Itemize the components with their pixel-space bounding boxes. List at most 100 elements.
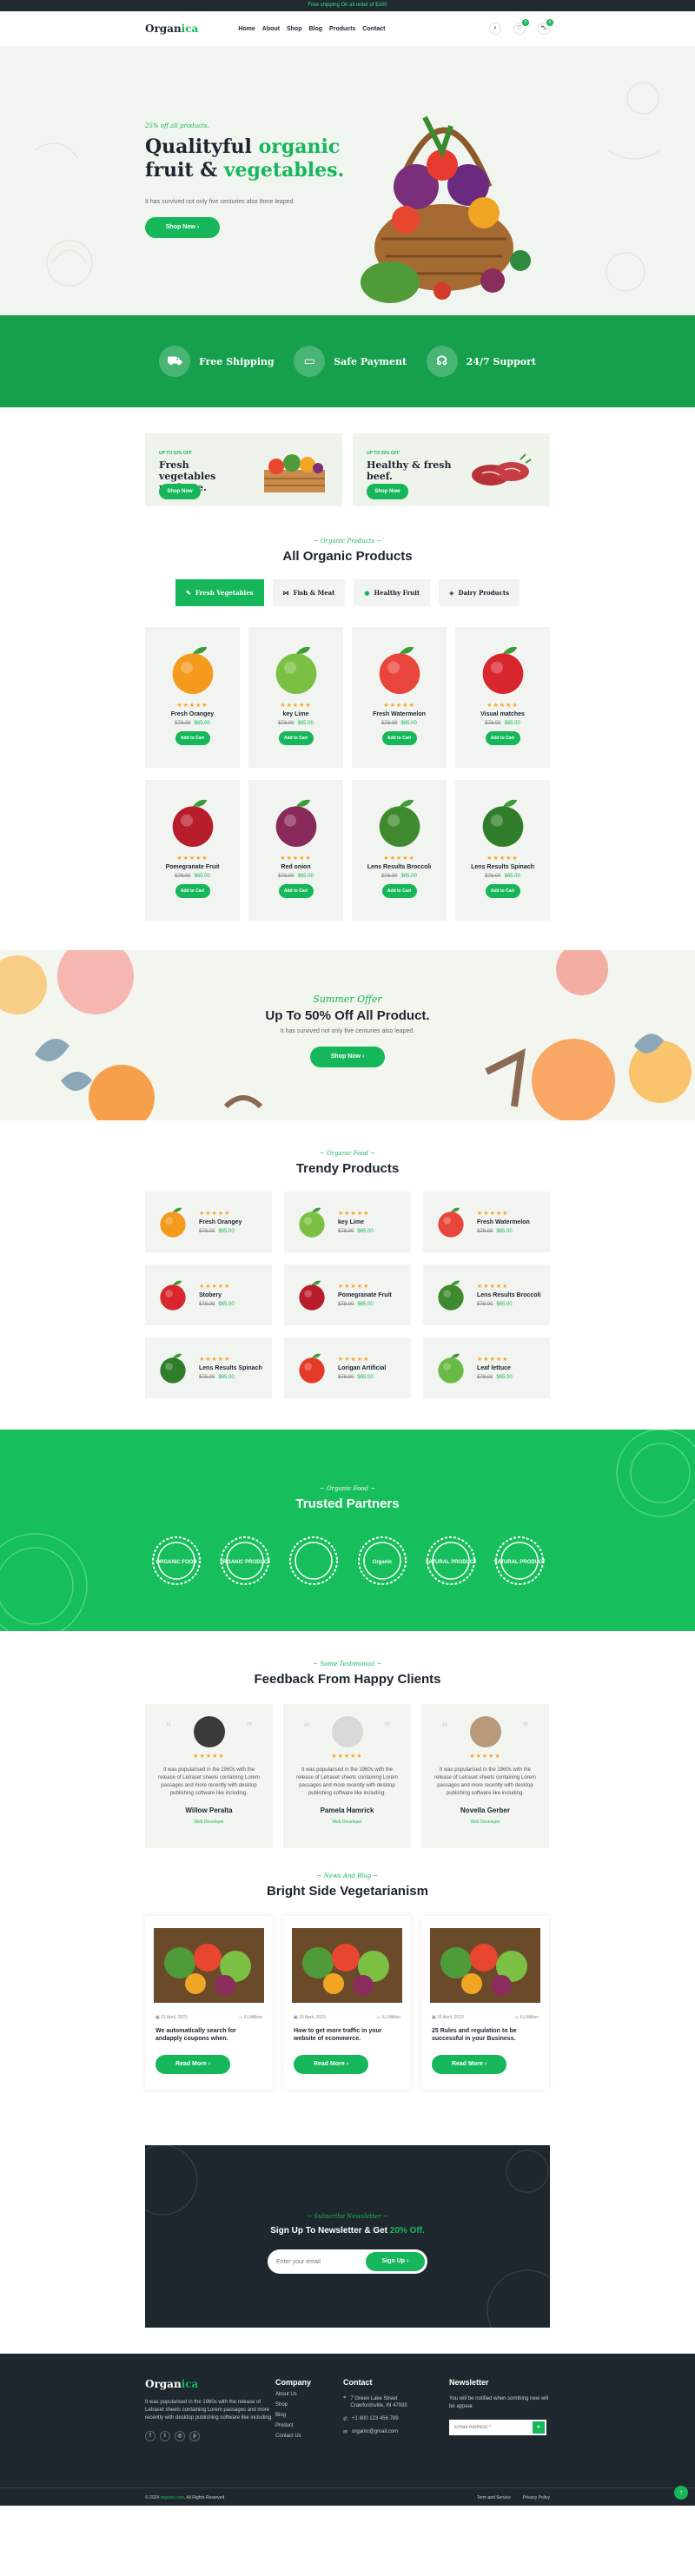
testimonial-list: “ ” ★★★★★ It was popularised in the 1960s w…: [145, 1704, 550, 1848]
product-image: [172, 646, 213, 694]
trendy-product-card[interactable]: ★★★★★ Leaf lettuce $78.00 $65.00: [423, 1338, 550, 1398]
blog-card[interactable]: ▣ 15 April, 2023 ☺ ILLMillion 25 Rules and…: [421, 1916, 549, 2090]
footer-email[interactable]: organic@gmail.com: [352, 2429, 398, 2434]
post-title[interactable]: How to get more traffic in your website …: [283, 2027, 411, 2043]
rating-stars: ★★★★★: [199, 1357, 231, 1363]
scroll-to-top-button[interactable]: ↑: [674, 2486, 688, 2500]
pinterest-icon[interactable]: p: [189, 2431, 200, 2441]
read-more-button[interactable]: Read More ›: [294, 2055, 368, 2074]
trendy-product-card[interactable]: ★★★★★ Lens Results Broccoli $78.00 $65.00: [423, 1265, 550, 1325]
section-subtitle: ~ Organic Food ~: [319, 1485, 376, 1492]
trendy-product-card[interactable]: ★★★★★ Fresh Orangey $78.00 $65.00: [145, 1192, 272, 1252]
product-card[interactable]: ★★★★★ Lens Results Broccoli $78.00 $65.00 Ad…: [352, 780, 447, 921]
quote-icon: ”: [385, 1720, 390, 1737]
nav-item-about[interactable]: About: [262, 26, 280, 32]
blog-card[interactable]: ▣ 15 April, 2023 ☺ ILLMillion We automatic…: [145, 1916, 273, 2090]
tab-dairy-products[interactable]: ◈ Dairy Products: [439, 579, 520, 606]
testimonial-text: It was popularised in the 1960s with the…: [434, 1767, 536, 1796]
read-more-button[interactable]: Read More ›: [432, 2055, 506, 2074]
product-image: [160, 1280, 186, 1311]
add-to-cart-button[interactable]: Add to Cart: [381, 731, 417, 745]
promo-shop-button[interactable]: Shop Now: [367, 484, 408, 499]
post-title[interactable]: 25 Rules and regulation to be successful…: [421, 2027, 549, 2043]
trendy-product-card[interactable]: ★★★★★ key Lime $78.00 $65.00: [284, 1192, 411, 1252]
product-card[interactable]: ★★★★★ Fresh Orangey $78.00 $65.00 Add to Car…: [145, 627, 240, 768]
feature-support: ☊ 24/7 Support: [426, 346, 536, 377]
add-to-cart-button[interactable]: Add to Cart: [175, 731, 210, 745]
avatar: [193, 1716, 225, 1747]
footer-link-about[interactable]: About Us: [275, 2392, 343, 2397]
footer-link-product[interactable]: Product: [275, 2423, 343, 2428]
product-image: [438, 1207, 464, 1238]
tab-fish-meat[interactable]: ⋈ Fish & Meat: [272, 579, 346, 606]
rating-stars: ★★★★★: [383, 855, 415, 862]
newsletter-email-input[interactable]: [276, 2258, 366, 2265]
tab-fresh-vegetables[interactable]: ✎ Fresh Vegetables: [175, 579, 264, 606]
trendy-product-card[interactable]: ★★★★★ Lens Results Spinach $78.00 $65.00: [145, 1338, 272, 1398]
logo[interactable]: Organica: [145, 23, 198, 35]
cart-icon[interactable]: ⛍ 0: [538, 19, 553, 35]
promo-shop-button[interactable]: Shop Now: [159, 484, 201, 499]
trendy-product-card[interactable]: ★★★★★ Stobery $78.00 $65.00: [145, 1265, 272, 1325]
section-subtitle: ~ Organic Products ~: [313, 538, 382, 545]
add-to-cart-button[interactable]: Add to Cart: [175, 884, 210, 898]
product-image: [299, 1353, 325, 1384]
nav-item-shop[interactable]: Shop: [287, 26, 302, 32]
trendy-product-card[interactable]: ★★★★★ Lorigan Artificial $78.00 $65.00: [284, 1338, 411, 1398]
summer-shop-now-button[interactable]: Shop Now ›: [310, 1047, 385, 1067]
fish-icon: ⋈: [282, 589, 289, 597]
nav-item-products[interactable]: Products: [329, 26, 355, 32]
footer-newsletter-text: You will be notified when somthing new w…: [449, 2396, 549, 2409]
tab-healthy-fruit[interactable]: ● Healthy Fruit: [354, 579, 431, 606]
blog-card[interactable]: ▣ 15 April, 2023 ☺ ILLMillion How to get m…: [283, 1916, 411, 2090]
footer-link-blog[interactable]: Blog: [275, 2413, 343, 2418]
trendy-product-card[interactable]: ★★★★★ Pomegranate Fruit $78.00 $65.00: [284, 1265, 411, 1325]
product-card[interactable]: ★★★★★ Lens Results Spinach $78.00 $65.00 Add…: [455, 780, 550, 921]
quote-icon: “: [442, 1720, 447, 1737]
add-to-cart-button[interactable]: Add to Cart: [485, 731, 520, 745]
privacy-link[interactable]: Privacy Policy: [523, 2495, 550, 2500]
facebook-icon[interactable]: f: [145, 2431, 156, 2441]
product-name: Fresh Watermelon: [373, 711, 426, 717]
product-card[interactable]: ★★★★★ Pomegranate Fruit $78.00 $65.00 Add to…: [145, 780, 240, 921]
footer-link-contact[interactable]: Contact Us: [275, 2434, 343, 2439]
wishlist-icon[interactable]: ♡ 0: [513, 19, 529, 35]
product-image: [438, 1280, 464, 1311]
read-more-button[interactable]: Read More ›: [156, 2055, 230, 2074]
send-icon[interactable]: ➤: [533, 2421, 545, 2434]
add-to-cart-button[interactable]: Add to Cart: [278, 731, 314, 745]
card-icon: ▭: [294, 346, 326, 377]
add-to-cart-button[interactable]: Add to Cart: [381, 884, 417, 898]
nav-item-home[interactable]: Home: [238, 26, 255, 32]
nav-item-blog[interactable]: Blog: [308, 26, 322, 32]
add-to-cart-button[interactable]: Add to Cart: [278, 884, 314, 898]
newsletter-subtitle: ~ Subscribe Newsletter ~: [307, 2213, 388, 2220]
product-card[interactable]: ★★★★★ Fresh Watermelon $78.00 $65.00 Add to …: [352, 627, 447, 768]
terms-link[interactable]: Term and Service: [477, 2495, 511, 2500]
wishlist-count: 0: [522, 19, 529, 26]
product-card[interactable]: ★★★★★ Visual matches $78.00 $65.00 Add to Ca…: [455, 627, 550, 768]
shop-now-button[interactable]: Shop Now ›: [145, 217, 220, 238]
instagram-icon[interactable]: ◎: [175, 2431, 185, 2441]
twitter-icon[interactable]: t: [160, 2431, 170, 2441]
search-icon[interactable]: ⌕: [489, 23, 501, 35]
footer-logo[interactable]: Organica: [145, 2378, 275, 2390]
section-title: All Organic Products: [282, 549, 413, 564]
product-card[interactable]: ★★★★★ Red onion $78.00 $65.00 Add to Cart: [248, 780, 343, 921]
footer-newsletter-form: ➤: [449, 2420, 546, 2435]
footer-phone[interactable]: +1 800 123 456 789: [352, 2416, 399, 2421]
rating-stars: ★★★★★: [477, 1357, 509, 1363]
rating-stars: ★★★★★: [193, 1754, 225, 1760]
sign-up-button[interactable]: Sign Up ›: [366, 2252, 425, 2271]
footer-link-shop[interactable]: Shop: [275, 2402, 343, 2408]
product-price: $78.00 $65.00: [381, 874, 417, 879]
testimonial-name: Willow Peralta: [185, 1807, 233, 1814]
feature-safe-payment: ▭ Safe Payment: [294, 346, 407, 377]
rating-stars: ★★★★★: [338, 1211, 370, 1217]
add-to-cart-button[interactable]: Add to Cart: [485, 884, 520, 898]
product-card[interactable]: ★★★★★ key Lime $78.00 $65.00 Add to Cart: [248, 627, 343, 768]
nav-item-contact[interactable]: Contact: [362, 26, 385, 32]
trendy-product-card[interactable]: ★★★★★ Fresh Watermelon $78.00 $65.00: [423, 1192, 550, 1252]
footer-email-input[interactable]: [454, 2425, 533, 2430]
post-title[interactable]: We automatically search for andapply cou…: [145, 2027, 273, 2043]
